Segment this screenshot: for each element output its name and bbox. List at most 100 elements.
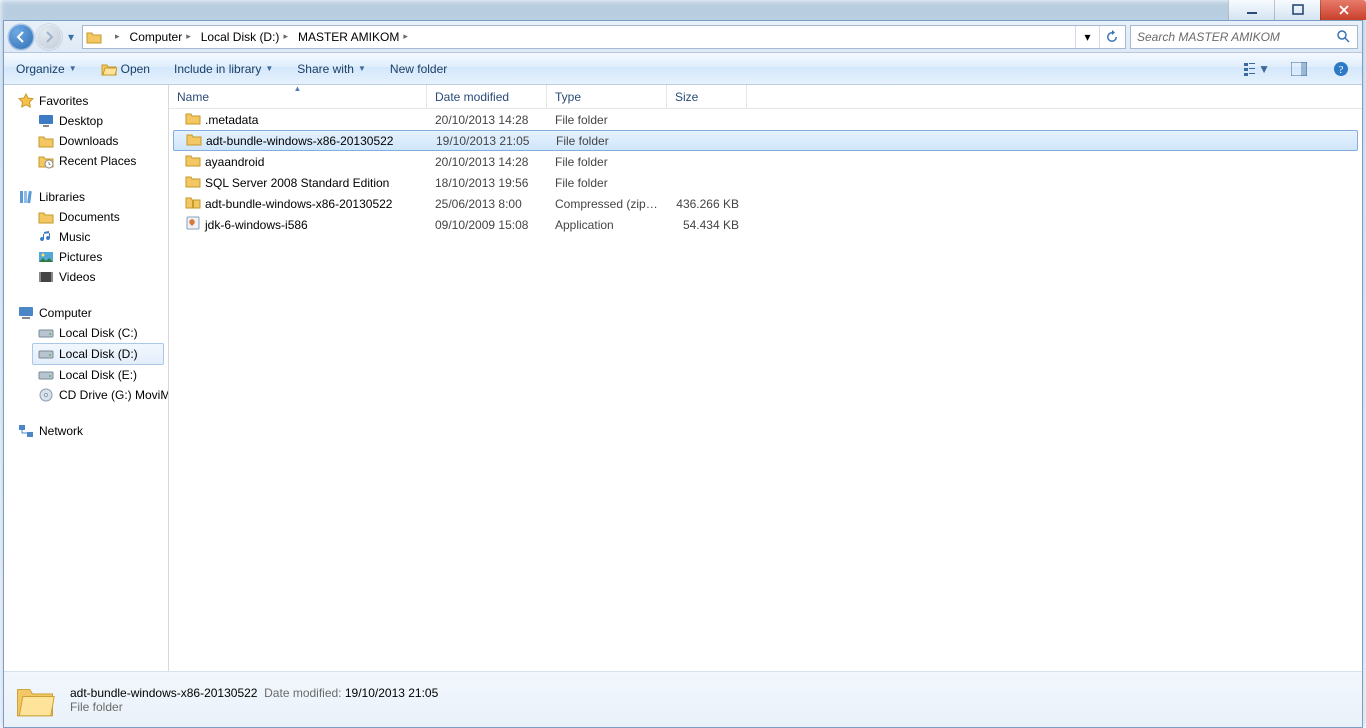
nav-drive-d[interactable]: Local Disk (D:)	[32, 343, 164, 365]
file-date: 20/10/2013 14:28	[427, 155, 547, 169]
breadcrumb-label: Computer	[130, 30, 183, 44]
refresh-button[interactable]	[1099, 26, 1123, 48]
navigation-pane: Favorites Desktop Downloads Recent Place…	[4, 85, 169, 671]
file-date: 25/06/2013 8:00	[427, 197, 547, 211]
breadcrumb-label: MASTER AMIKOM	[298, 30, 399, 44]
file-list-pane: Name▲ Date modified Type Size .metadata 2…	[169, 85, 1362, 671]
pictures-icon	[38, 249, 54, 265]
back-button[interactable]	[8, 24, 34, 50]
drive-icon	[38, 367, 54, 383]
downloads-icon	[38, 133, 54, 149]
file-date: 20/10/2013 14:28	[427, 113, 547, 127]
file-row[interactable]: adt-bundle-windows-x86-2013052219/10/201…	[173, 130, 1358, 151]
open-folder-icon	[101, 61, 117, 77]
organize-button[interactable]: Organize▼	[12, 60, 81, 78]
recent-icon	[38, 153, 54, 169]
nav-music[interactable]: Music	[8, 227, 168, 247]
file-row[interactable]: adt-bundle-windows-x86-20130522 25/06/201…	[169, 193, 1362, 214]
file-row[interactable]: jdk-6-windows-i58609/10/2009 15:08Applic…	[169, 214, 1362, 235]
file-type: File folder	[547, 113, 667, 127]
libraries-icon	[18, 189, 34, 205]
toolbar: Organize▼ Open Include in library▼ Share…	[4, 53, 1362, 85]
folder-icon	[85, 28, 103, 46]
nav-drive-c[interactable]: Local Disk (C:)	[8, 323, 168, 343]
videos-icon	[38, 269, 54, 285]
nav-videos[interactable]: Videos	[8, 267, 168, 287]
breadcrumb-computer[interactable]: ▸	[105, 26, 124, 48]
explorer-window: ▾ ▸ Computer▸ Local Disk (D:)▸ MASTER AM…	[3, 20, 1363, 728]
nav-pictures[interactable]: Pictures	[8, 247, 168, 267]
nav-desktop[interactable]: Desktop	[8, 111, 168, 131]
file-type: Application	[547, 218, 667, 232]
column-headers: Name▲ Date modified Type Size	[169, 85, 1362, 109]
preview-pane-button[interactable]	[1286, 58, 1312, 80]
star-icon	[18, 93, 34, 109]
col-size[interactable]: Size	[667, 85, 747, 108]
file-row[interactable]: .metadata 20/10/2013 14:28File folder	[169, 109, 1362, 130]
nav-history-dropdown[interactable]: ▾	[64, 24, 78, 50]
details-subtitle: File folder	[70, 700, 438, 714]
col-date[interactable]: Date modified	[427, 85, 547, 108]
search-placeholder: Search MASTER AMIKOM	[1137, 30, 1280, 44]
col-type[interactable]: Type	[547, 85, 667, 108]
file-rows[interactable]: .metadata20/10/2013 14:28File folderadt-…	[169, 109, 1362, 671]
file-name: SQL Server 2008 Standard Edition	[205, 176, 389, 190]
close-button[interactable]	[1320, 0, 1366, 20]
search-input[interactable]: Search MASTER AMIKOM	[1130, 25, 1358, 49]
file-row[interactable]: SQL Server 2008 Standard Edition 18/10/20…	[169, 172, 1362, 193]
forward-button[interactable]	[36, 24, 62, 50]
new-folder-button[interactable]: New folder	[386, 60, 451, 78]
file-size: 54.434 KB	[667, 218, 747, 232]
open-button[interactable]: Open	[97, 59, 154, 79]
network-icon	[18, 423, 34, 439]
network-header[interactable]: Network	[8, 421, 168, 441]
details-meta-label: Date modified:	[264, 686, 341, 700]
share-button[interactable]: Share with▼	[293, 60, 370, 78]
maximize-button[interactable]	[1274, 0, 1320, 20]
breadcrumb-drive[interactable]: Local Disk (D:)▸	[195, 26, 292, 48]
nav-downloads[interactable]: Downloads	[8, 131, 168, 151]
nav-drive-e[interactable]: Local Disk (E:)	[8, 365, 168, 385]
drive-icon	[38, 346, 54, 362]
address-dropdown[interactable]: ▾	[1075, 26, 1099, 48]
address-row: ▾ ▸ Computer▸ Local Disk (D:)▸ MASTER AM…	[4, 21, 1362, 53]
cd-icon	[38, 387, 54, 403]
file-row[interactable]: ayaandroid 20/10/2013 14:28File folder	[169, 151, 1362, 172]
details-pane: adt-bundle-windows-x86-20130522 Date mod…	[4, 671, 1362, 727]
favorites-header[interactable]: Favorites	[8, 91, 168, 111]
view-button[interactable]: ▼	[1244, 58, 1270, 80]
nav-recent[interactable]: Recent Places	[8, 151, 168, 171]
computer-icon	[18, 305, 34, 321]
breadcrumb-label: Local Disk (D:)	[201, 30, 280, 44]
file-icon	[186, 131, 202, 150]
file-name: .metadata	[205, 113, 258, 127]
file-date: 18/10/2013 19:56	[427, 176, 547, 190]
include-library-button[interactable]: Include in library▼	[170, 60, 277, 78]
file-name: adt-bundle-windows-x86-20130522	[205, 197, 392, 211]
file-type: Compressed (zipp...	[547, 197, 667, 211]
nav-documents[interactable]: Documents	[8, 207, 168, 227]
nav-drive-g[interactable]: CD Drive (G:) MoviM	[8, 385, 168, 405]
music-icon	[38, 229, 54, 245]
folder-big-icon	[14, 679, 56, 721]
computer-header[interactable]: Computer	[8, 303, 168, 323]
file-icon	[185, 173, 201, 192]
file-date: 19/10/2013 21:05	[428, 134, 548, 148]
file-icon	[185, 110, 201, 129]
libraries-header[interactable]: Libraries	[8, 187, 168, 207]
address-bar[interactable]: ▸ Computer▸ Local Disk (D:)▸ MASTER AMIK…	[82, 25, 1126, 49]
file-type: File folder	[547, 155, 667, 169]
documents-icon	[38, 209, 54, 225]
file-date: 09/10/2009 15:08	[427, 218, 547, 232]
minimize-button[interactable]	[1228, 0, 1274, 20]
drive-icon	[38, 325, 54, 341]
breadcrumb-computer[interactable]: Computer▸	[124, 26, 195, 48]
window-controls	[1228, 0, 1366, 20]
help-button[interactable]: ?	[1328, 58, 1354, 80]
svg-text:?: ?	[1339, 64, 1344, 76]
col-name[interactable]: Name▲	[169, 85, 427, 108]
file-type: File folder	[547, 176, 667, 190]
file-name: ayaandroid	[205, 155, 264, 169]
file-icon	[185, 215, 201, 234]
breadcrumb-folder[interactable]: MASTER AMIKOM▸	[292, 26, 412, 48]
